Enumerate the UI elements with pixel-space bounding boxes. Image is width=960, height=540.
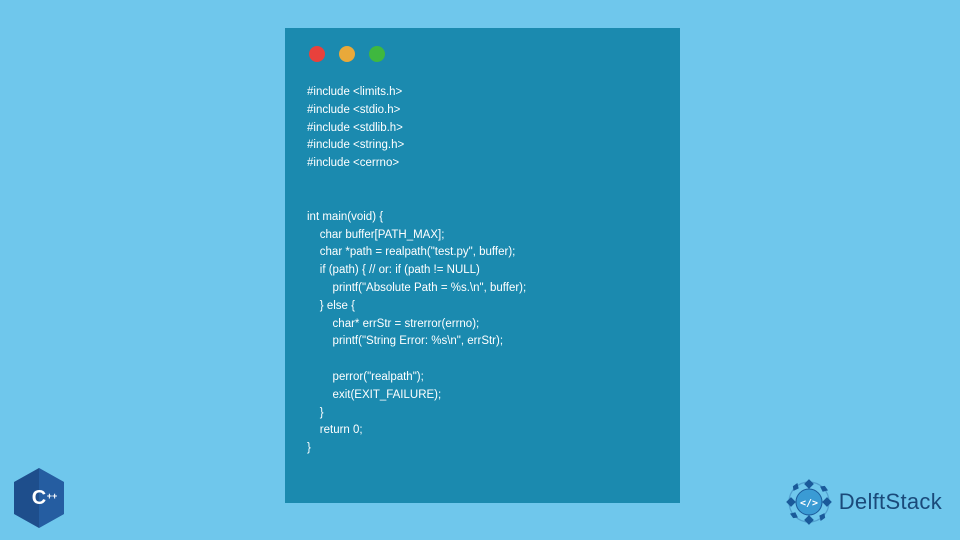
svg-text:C: C [32,487,46,509]
delftstack-name: DelftStack [839,489,942,515]
window-minimize-icon [339,46,355,62]
code-content: #include <limits.h> #include <stdio.h> #… [307,84,658,458]
svg-text:++: ++ [47,491,58,501]
window-maximize-icon [369,46,385,62]
code-window: #include <limits.h> #include <stdio.h> #… [285,28,680,503]
delftstack-logo: </> DelftStack [785,478,942,526]
delftstack-emblem-icon: </> [785,478,833,526]
svg-text:</>: </> [800,498,818,509]
traffic-lights [309,46,658,62]
cpp-badge-icon: C ++ [10,466,68,530]
window-close-icon [309,46,325,62]
